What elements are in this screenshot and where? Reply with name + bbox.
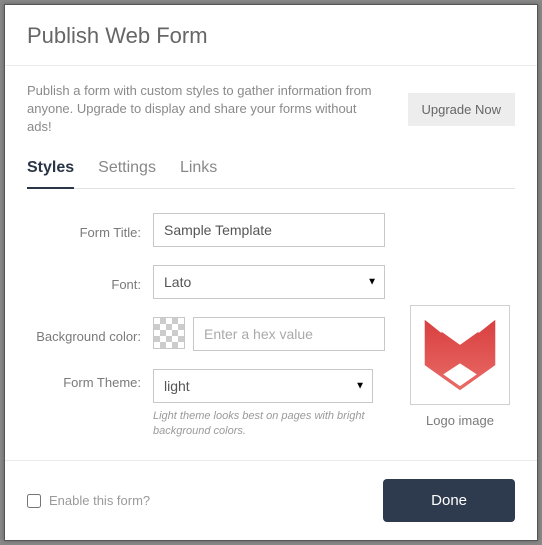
upgrade-row: Publish a form with custom styles to gat… (27, 82, 515, 137)
publish-web-form-modal: Publish Web Form Publish a form with cus… (4, 4, 538, 541)
tab-styles[interactable]: Styles (27, 155, 74, 189)
form-theme-label: Form Theme: (27, 369, 153, 390)
logo-caption: Logo image (405, 413, 515, 428)
background-color-input[interactable] (193, 317, 385, 351)
modal-body: Publish a form with custom styles to gat… (5, 66, 537, 460)
tabs: Styles Settings Links (27, 155, 515, 189)
color-swatch[interactable] (153, 317, 185, 349)
form-fields: Form Title: Font: ▼ Background (27, 213, 385, 458)
enable-form-checkbox[interactable] (27, 494, 41, 508)
font-select[interactable] (153, 265, 385, 299)
form-title-input[interactable] (153, 213, 385, 247)
done-button[interactable]: Done (383, 479, 515, 522)
logo-column: Logo image (405, 213, 515, 458)
background-color-label: Background color: (27, 323, 153, 344)
upgrade-description: Publish a form with custom styles to gat… (27, 82, 377, 137)
form-area: Form Title: Font: ▼ Background (27, 213, 515, 458)
field-row-form-theme: Form Theme: ▼ Light theme looks best on … (27, 369, 385, 440)
form-theme-hint: Light theme looks best on pages with bri… (153, 409, 373, 440)
form-title-label: Form Title: (27, 219, 153, 240)
modal-title: Publish Web Form (27, 23, 515, 49)
field-row-form-title: Form Title: (27, 213, 385, 247)
enable-form-row[interactable]: Enable this form? (27, 493, 150, 508)
logo-image-box[interactable] (410, 305, 510, 405)
logo-icon (418, 313, 502, 397)
tab-settings[interactable]: Settings (98, 155, 156, 189)
modal-footer: Enable this form? Done (5, 460, 537, 540)
form-theme-select[interactable] (153, 369, 373, 403)
tab-links[interactable]: Links (180, 155, 217, 189)
field-row-font: Font: ▼ (27, 265, 385, 299)
font-label: Font: (27, 271, 153, 292)
enable-form-label: Enable this form? (49, 493, 150, 508)
field-row-background-color: Background color: (27, 317, 385, 351)
modal-header: Publish Web Form (5, 5, 537, 66)
upgrade-now-button[interactable]: Upgrade Now (408, 93, 516, 126)
